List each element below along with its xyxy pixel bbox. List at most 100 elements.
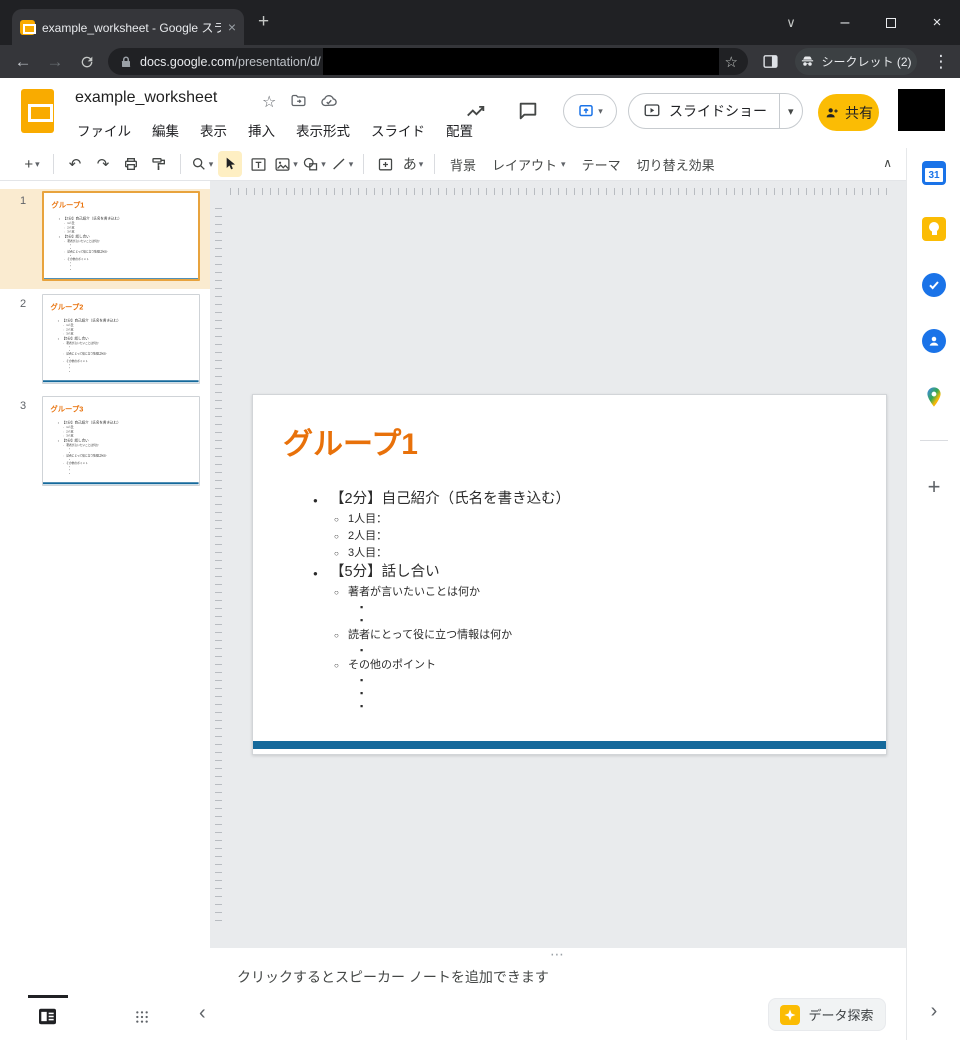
undo-button[interactable]: ↶ — [63, 151, 87, 177]
select-tool-button[interactable] — [218, 151, 242, 177]
current-slide[interactable]: グループ1 【2分】自己紹介（氏名を書き込む）1人目：2人目：3人目：【5分】話… — [252, 394, 887, 755]
print-button[interactable] — [119, 151, 143, 177]
keep-app-button[interactable] — [921, 216, 947, 242]
tab-search-icon[interactable]: ∨ — [768, 0, 814, 45]
avatar-redacted[interactable] — [898, 89, 945, 131]
zoom-caret-icon: ▾ — [209, 159, 214, 170]
slide-thumbnail-2[interactable]: グループ2 【2分】自己紹介（氏名を書き込む）1人目：2人目：3人目：【5分】話… — [42, 294, 200, 384]
address-bar[interactable]: docs.google.com /presentation/d/ ☆ — [108, 48, 748, 75]
back-icon[interactable]: ← — [8, 45, 38, 78]
insert-line-button[interactable]: ▾ — [330, 151, 354, 177]
document-title[interactable]: example_worksheet — [75, 89, 217, 107]
reload-icon[interactable] — [72, 45, 102, 78]
background-button[interactable]: 背景 — [442, 151, 484, 178]
contacts-icon — [922, 329, 946, 353]
present-to-meeting-button[interactable]: ▾ — [563, 94, 617, 128]
tab-close-icon[interactable]: × — [228, 20, 236, 34]
forward-icon[interactable]: → — [40, 45, 70, 78]
share-button[interactable]: 共有 — [818, 94, 879, 131]
grid-view-button[interactable] — [134, 1009, 150, 1030]
new-tab-button[interactable]: + — [258, 11, 269, 33]
zoom-icon — [191, 156, 207, 172]
url-host: docs.google.com — [140, 55, 235, 69]
speaker-notes-panel[interactable]: ⋯ クリックするとスピーカー ノートを追加できます — [210, 948, 906, 995]
comment-icon[interactable] — [517, 100, 539, 127]
browser-menu-icon[interactable]: ⋮ — [926, 45, 956, 78]
input-tools-button[interactable]: あ ▾ — [401, 151, 425, 177]
slide-canvas[interactable]: グループ1 【2分】自己紹介（氏名を書き込む）1人目：2人目：3人目：【5分】話… — [210, 181, 906, 948]
filmstrip-row-1[interactable]: 1 グループ1 【2分】自己紹介（氏名を書き込む）1人目：2人目：3人目：【5分… — [0, 189, 210, 289]
slides-app-icon[interactable] — [21, 89, 54, 133]
slideshow-dropdown-button[interactable]: ▾ — [779, 94, 802, 128]
minimize-button[interactable]: – — [822, 0, 868, 45]
slide-bullet — [70, 268, 195, 271]
menu-edit[interactable]: 編集 — [145, 118, 186, 142]
thumbnail-slide: グループ3 【2分】自己紹介（氏名を書き込む）1人目：2人目：3人目：【5分】話… — [43, 397, 199, 485]
tasks-app-button[interactable] — [921, 272, 947, 298]
menu-view[interactable]: 表示 — [193, 118, 234, 142]
bullet-marker-icon — [360, 674, 372, 687]
bullet-marker-icon — [334, 545, 348, 562]
browser-tab[interactable]: example_worksheet - Google スラ × — [12, 9, 244, 45]
transition-button[interactable]: 切り替え効果 — [629, 151, 723, 178]
maximize-button[interactable] — [868, 0, 914, 45]
side-panel-icon[interactable] — [755, 45, 785, 78]
slide-bullet — [69, 472, 194, 475]
window-close-button[interactable]: × — [914, 0, 960, 45]
zoom-button[interactable]: ▾ — [190, 151, 214, 177]
collapse-side-panel-icon[interactable]: › — [907, 1000, 960, 1023]
hide-menus-icon[interactable]: ∧ — [883, 156, 892, 170]
new-slide-button[interactable]: +▾ — [20, 151, 44, 177]
explore-button[interactable]: データ探索 — [768, 998, 886, 1031]
line-icon — [331, 156, 347, 172]
maps-pin-icon — [923, 386, 945, 408]
layout-button[interactable]: レイアウト ▾ — [484, 151, 574, 178]
theme-bar — [44, 278, 200, 280]
line-caret-icon: ▾ — [349, 159, 354, 170]
notes-placeholder[interactable]: クリックするとスピーカー ノートを追加できます — [237, 967, 549, 987]
slideshow-button[interactable]: スライドショー — [629, 94, 779, 128]
slide-thumbnail-1[interactable]: グループ1 【2分】自己紹介（氏名を書き込む）1人目：2人目：3人目：【5分】話… — [42, 191, 200, 281]
slide-number: 2 — [20, 298, 26, 310]
theme-button[interactable]: テーマ — [574, 151, 629, 178]
explore-label: データ探索 — [808, 1005, 873, 1024]
keep-icon — [922, 217, 946, 241]
menu-slide[interactable]: スライド — [364, 118, 432, 142]
slide-bullet: その他のポイント — [334, 657, 870, 674]
slide-body[interactable]: 【2分】自己紹介（氏名を書き込む）1人目：2人目：3人目：【5分】話し合い著者が… — [313, 489, 870, 713]
vertical-ruler — [215, 201, 222, 921]
new-slide-caret-icon: ▾ — [35, 159, 40, 170]
insert-shape-button[interactable]: ▾ — [302, 151, 326, 177]
filmstrip-row-3[interactable]: 3 グループ3 【2分】自己紹介（氏名を書き込む）1人目：2人目：3人目：【5分… — [0, 394, 210, 494]
slide-thumbnail-3[interactable]: グループ3 【2分】自己紹介（氏名を書き込む）1人目：2人目：3人目：【5分】話… — [42, 396, 200, 486]
notes-resize-handle[interactable]: ⋯ — [550, 946, 566, 963]
paint-format-button[interactable] — [147, 151, 171, 177]
get-addons-button[interactable]: + — [921, 474, 947, 500]
filmstrip-row-2[interactable]: 2 グループ2 【2分】自己紹介（氏名を書き込む）1人目：2人目：3人目：【5分… — [0, 292, 210, 392]
filmstrip-view-button[interactable] — [38, 1008, 57, 1030]
input-tools-caret-icon: ▾ — [419, 159, 424, 170]
contacts-app-button[interactable] — [921, 328, 947, 354]
calendar-app-button[interactable]: 31 — [921, 160, 947, 186]
slide-bullet: 1人目： — [334, 511, 870, 528]
cloud-status-icon[interactable] — [320, 92, 338, 115]
activity-trend-icon[interactable] — [465, 100, 487, 127]
redo-button[interactable]: ↷ — [91, 151, 115, 177]
side-panel-rail: 31 + › — [906, 148, 960, 1040]
bookmark-star-icon[interactable]: ☆ — [725, 53, 738, 71]
incognito-badge[interactable]: シークレット (2) — [795, 48, 917, 75]
insert-placeholder-button[interactable] — [373, 151, 397, 177]
star-document-icon[interactable]: ☆ — [262, 92, 276, 112]
menu-format[interactable]: 表示形式 — [289, 118, 357, 142]
bullet-marker-icon — [360, 601, 372, 614]
menu-file[interactable]: ファイル — [70, 118, 138, 142]
maps-app-button[interactable] — [921, 384, 947, 410]
menu-insert[interactable]: 挿入 — [241, 118, 282, 142]
thumbnail-body: 【2分】自己紹介（氏名を書き込む）1人目：2人目：3人目：【5分】話し合い著者が… — [58, 318, 195, 373]
move-folder-icon[interactable] — [290, 92, 307, 114]
shape-icon — [302, 156, 319, 173]
collapse-filmstrip-icon[interactable]: ‹ — [199, 1002, 206, 1025]
text-box-button[interactable] — [246, 151, 270, 177]
slide-title[interactable]: グループ1 — [283, 419, 418, 463]
insert-image-button[interactable]: ▾ — [274, 151, 298, 177]
